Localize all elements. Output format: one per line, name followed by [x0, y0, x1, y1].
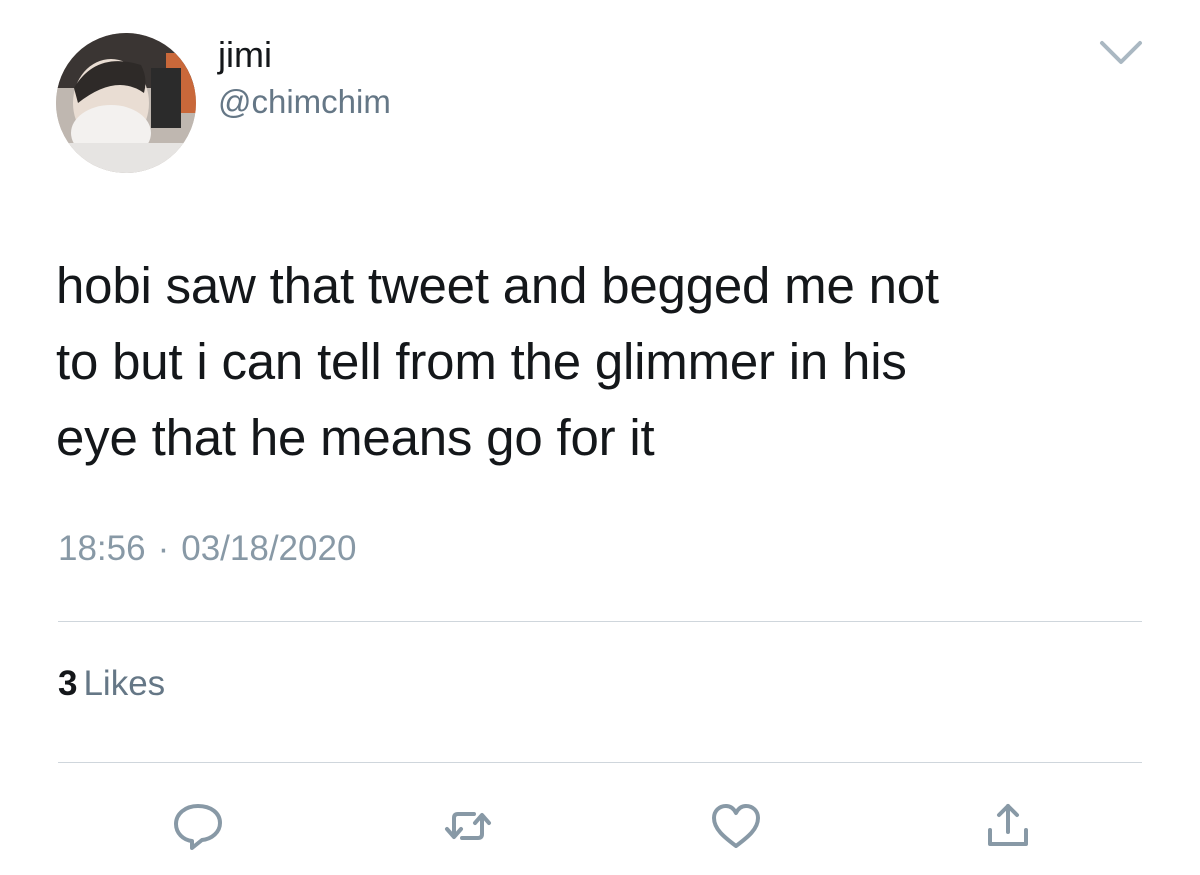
- meta-separator: ·: [157, 529, 170, 568]
- heart-icon: [712, 804, 760, 848]
- display-name[interactable]: jimi: [218, 34, 272, 76]
- tweet-text: hobi saw that tweet and begged me not to…: [56, 248, 1156, 476]
- tweet-text-line: eye that he means go for it: [56, 409, 655, 466]
- retweet-button[interactable]: [438, 796, 498, 856]
- user-handle[interactable]: @chimchim: [218, 82, 391, 122]
- tweet-timestamp[interactable]: 18:56 · 03/18/2020: [58, 528, 356, 570]
- reply-icon: [174, 804, 222, 850]
- tweet-text-line: hobi saw that tweet and begged me not: [56, 257, 939, 314]
- tweet-text-line: to but i can tell from the glimmer in hi…: [56, 333, 907, 390]
- reply-button[interactable]: [168, 796, 228, 856]
- retweet-icon: [445, 812, 491, 840]
- share-icon: [988, 804, 1028, 846]
- divider: [58, 621, 1142, 622]
- likes-label: Likes: [83, 664, 166, 703]
- chevron-down-icon[interactable]: [1098, 38, 1144, 68]
- avatar-image: [56, 33, 196, 173]
- likes-count: 3: [58, 664, 78, 703]
- avatar[interactable]: [56, 33, 196, 173]
- tweet-card: jimi @chimchim hobi saw that tweet and b…: [0, 0, 1200, 875]
- tweet-date: 03/18/2020: [181, 529, 357, 568]
- likes-summary[interactable]: 3 Likes: [58, 663, 165, 705]
- share-button[interactable]: [978, 796, 1038, 856]
- tweet-time: 18:56: [58, 529, 146, 568]
- divider: [58, 762, 1142, 763]
- like-button[interactable]: [706, 796, 766, 856]
